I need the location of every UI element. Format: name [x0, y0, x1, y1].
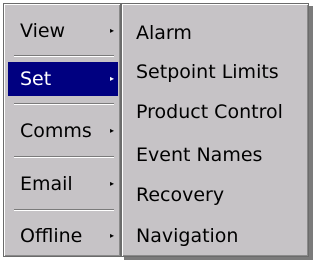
submenu-item-label: Navigation — [136, 225, 239, 247]
submenu-item-navigation[interactable]: Navigation — [136, 219, 238, 253]
menu-item-offline[interactable]: Offline ▸ — [8, 219, 118, 253]
menu-item-set-label: Set — [20, 68, 52, 90]
submenu-item-alarm[interactable]: Alarm — [136, 16, 192, 50]
chevron-right-icon: ▸ — [109, 126, 114, 135]
menu-item-offline-label: Offline — [20, 225, 83, 247]
submenu-item-label: Alarm — [136, 22, 192, 44]
submenu-item-recovery[interactable]: Recovery — [136, 178, 224, 212]
submenu-item-label: Recovery — [136, 184, 225, 206]
submenu-item-setpoint-limits[interactable]: Setpoint Limits — [136, 55, 279, 89]
chevron-right-icon: ▸ — [109, 74, 114, 83]
menu-item-view-label: View — [20, 20, 66, 42]
menu-separator — [14, 209, 114, 211]
chevron-right-icon: ▸ — [109, 231, 114, 240]
menu-separator — [14, 156, 114, 158]
menu-separator — [14, 55, 114, 57]
menu-item-comms-label: Comms — [20, 120, 92, 142]
menu-item-set[interactable]: Set ▸ — [8, 62, 118, 96]
set-submenu: Alarm Setpoint Limits Product Control Ev… — [121, 3, 309, 257]
menu-separator — [14, 103, 114, 105]
submenu-item-label: Event Names — [136, 144, 263, 166]
chevron-right-icon: ▸ — [109, 26, 114, 35]
chevron-right-icon: ▸ — [109, 179, 114, 188]
submenu-item-label: Product Control — [136, 101, 283, 123]
submenu-item-label: Setpoint Limits — [136, 61, 279, 83]
submenu-shadow-right — [309, 6, 313, 260]
submenu-item-event-names[interactable]: Event Names — [136, 138, 262, 172]
submenu-item-product-control[interactable]: Product Control — [136, 95, 283, 129]
main-menu: View ▸ Set ▸ Comms ▸ Email ▸ Offline ▸ — [3, 3, 121, 257]
menu-item-comms[interactable]: Comms ▸ — [8, 114, 118, 148]
menu-item-email-label: Email — [20, 173, 73, 195]
menu-item-email[interactable]: Email ▸ — [8, 167, 118, 201]
menu-item-view[interactable]: View ▸ — [8, 14, 118, 48]
